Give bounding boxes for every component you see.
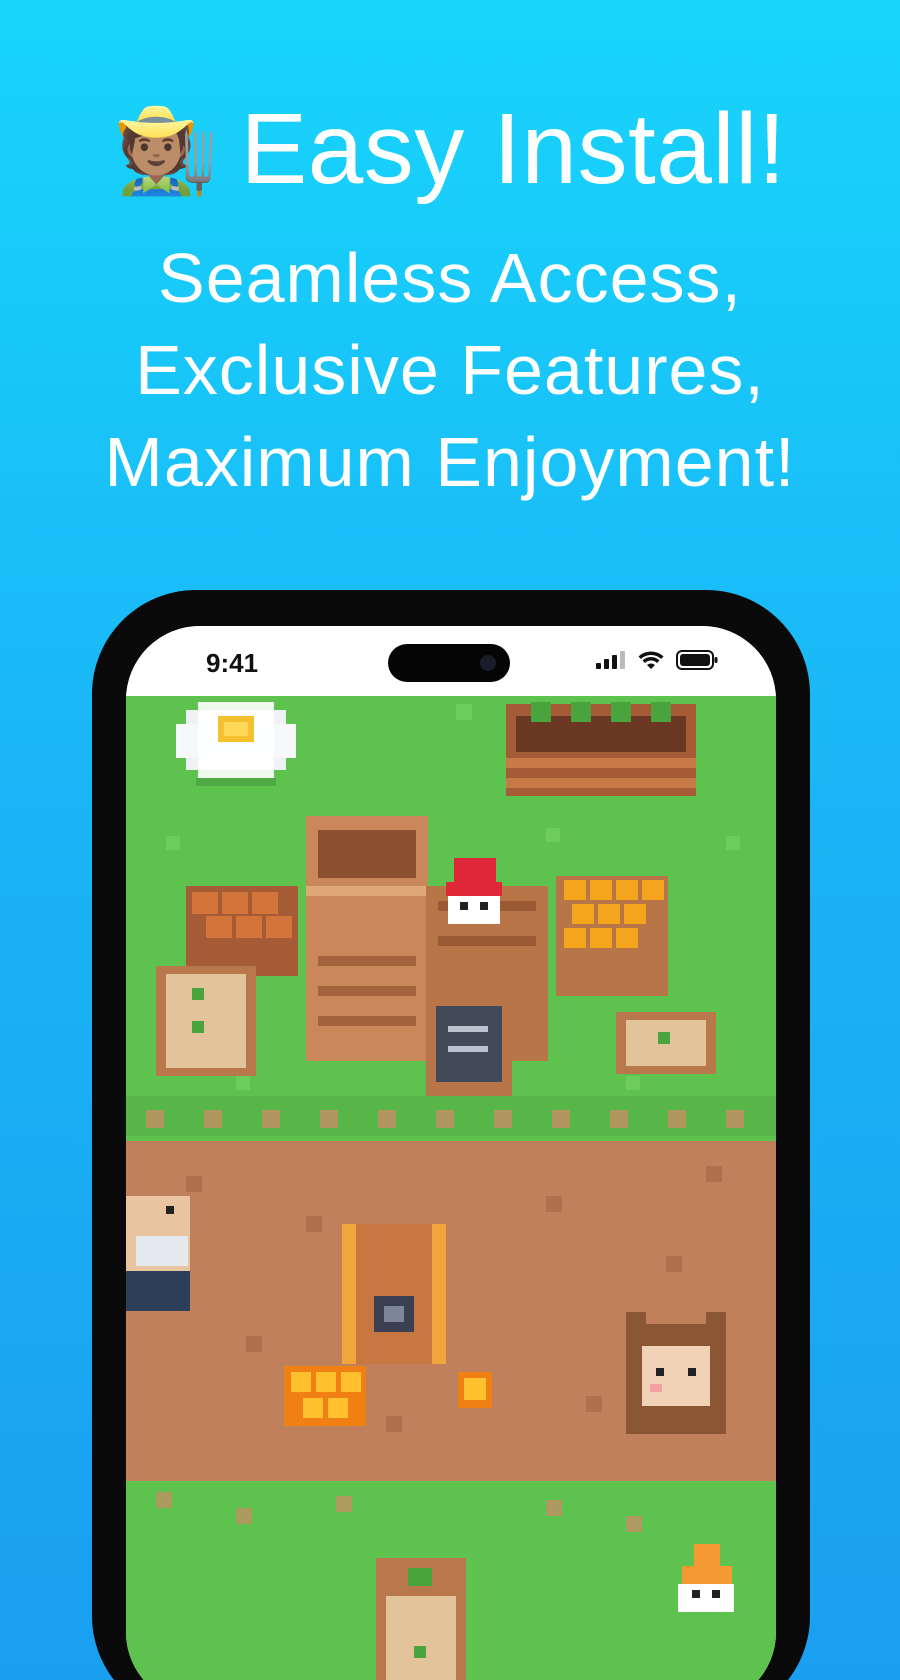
front-camera-icon	[480, 655, 496, 671]
seed-sack-right	[616, 1012, 716, 1074]
old-farmer	[126, 1196, 190, 1311]
battery-icon	[676, 650, 718, 670]
status-time: 9:41	[206, 648, 259, 678]
bear-hood-kid	[626, 1312, 726, 1434]
cellular-signal-icon	[596, 651, 625, 669]
headline-title: Easy Install!	[240, 93, 787, 205]
wifi-icon	[638, 651, 664, 669]
subtitle-line-1: Seamless Access,	[158, 239, 742, 317]
seed-sack-bottom	[376, 1558, 466, 1680]
game-scene	[126, 696, 776, 1680]
planter-box	[506, 702, 696, 796]
headline: 🧑🏽‍🌾 Easy Install!	[0, 92, 900, 207]
wooden-chest	[342, 1224, 446, 1364]
carrot-crate	[186, 886, 298, 976]
subtitle-line-3: Maximum Enjoyment!	[104, 423, 796, 501]
gnome-red-hat	[446, 858, 502, 924]
dynamic-island	[388, 644, 510, 682]
farmer-emoji-icon: 🧑🏽‍🌾	[113, 100, 219, 199]
chalkboard-sign	[426, 986, 512, 1096]
fruit-crate	[556, 876, 668, 996]
phone-mockup: 9:41	[92, 590, 810, 1680]
subtitle-line-2: Exclusive Features,	[135, 331, 765, 409]
subtitle: Seamless Access, Exclusive Features, Max…	[0, 232, 900, 508]
status-bar: 9:41	[126, 626, 776, 696]
status-icons	[596, 650, 718, 670]
phone-screen: 9:41	[126, 626, 776, 1680]
seed-sack-left	[156, 966, 256, 1076]
